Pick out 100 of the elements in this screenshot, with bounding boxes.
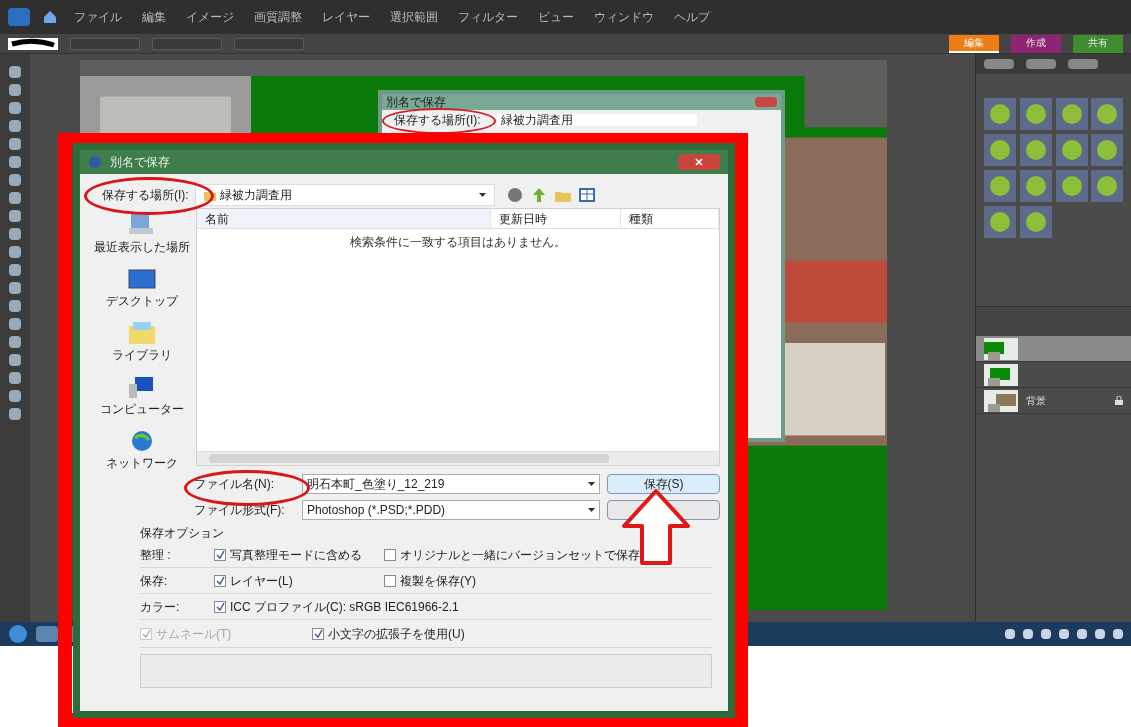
layer-row[interactable]: 背景 — [976, 388, 1131, 414]
effect-thumbnail[interactable] — [984, 134, 1016, 166]
place-item[interactable]: デスクトップ — [106, 266, 178, 310]
tool-icon[interactable] — [9, 156, 21, 168]
menu-item[interactable]: 画質調整 — [250, 8, 306, 26]
checkbox[interactable]: ICC プロファイル(C): sRGB IEC61966-2.1 — [214, 597, 459, 616]
option-label: 整理 : — [140, 546, 172, 564]
tool-icon[interactable] — [9, 228, 21, 240]
checkbox[interactable]: 小文字の拡張子を使用(U) — [312, 624, 465, 643]
tool-icon[interactable] — [9, 372, 21, 384]
library-icon — [127, 320, 157, 346]
dialog-title: 別名で保存 — [386, 96, 446, 108]
tool-icon[interactable] — [9, 210, 21, 222]
tool-icon[interactable] — [9, 192, 21, 204]
lock-icon[interactable] — [1115, 396, 1123, 405]
effect-thumbnail[interactable] — [1091, 134, 1124, 166]
effect-thumbnail[interactable] — [1019, 206, 1052, 238]
view-menu-icon[interactable] — [578, 187, 595, 203]
tool-icon[interactable] — [9, 390, 21, 402]
folder-dropdown[interactable]: 緑被力調査用 — [496, 114, 697, 126]
brush-preview — [8, 37, 58, 50]
save-button[interactable]: 保存(S) — [607, 474, 720, 494]
effect-thumbnail[interactable] — [1019, 134, 1052, 166]
checkbox[interactable]: 写真整理モードに含める — [214, 545, 384, 564]
mode-tab[interactable]: 作成 — [1011, 34, 1061, 53]
menu-item[interactable]: ビュー — [534, 8, 578, 26]
checkbox[interactable]: 複製を保存(Y) — [384, 571, 476, 590]
checkbox[interactable]: レイヤー(L) — [214, 571, 384, 590]
option-field[interactable] — [152, 37, 222, 50]
checkmark-icon — [215, 602, 225, 611]
tool-icon[interactable] — [9, 102, 21, 114]
menu-item[interactable]: フィルター — [454, 8, 522, 26]
column-header[interactable]: 名前 — [197, 209, 491, 228]
back-icon[interactable] — [506, 187, 523, 203]
tool-icon[interactable] — [9, 120, 21, 132]
menu-item[interactable]: 選択範囲 — [386, 8, 442, 26]
desktop-icon — [127, 266, 157, 292]
place-item[interactable]: ネットワーク — [106, 428, 178, 472]
tool-icon[interactable] — [9, 264, 21, 276]
tool-icon[interactable] — [9, 336, 21, 348]
effect-thumbnail[interactable] — [984, 98, 1016, 130]
option-label: 保存: — [140, 572, 169, 590]
column-header[interactable]: 種類 — [621, 209, 719, 228]
effect-thumbnail[interactable] — [1055, 170, 1088, 202]
place-item[interactable]: ライブラリ — [112, 320, 172, 364]
checkmark-icon — [215, 576, 225, 585]
effect-thumbnail[interactable] — [1091, 170, 1124, 202]
dropdown-arrow-icon[interactable] — [588, 508, 595, 512]
menu-item[interactable]: ヘルプ — [670, 8, 714, 26]
effect-thumbnail[interactable] — [1019, 98, 1052, 130]
menu-item[interactable]: ファイル — [70, 8, 126, 26]
effect-thumbnail[interactable] — [1091, 98, 1124, 130]
place-item[interactable]: コンピューター — [100, 374, 184, 418]
dropdown-arrow-icon[interactable] — [478, 193, 486, 197]
tool-icon[interactable] — [9, 66, 21, 78]
tool-icon[interactable] — [9, 246, 21, 258]
layer-name: 背景 — [1026, 394, 1047, 408]
tool-icon[interactable] — [9, 282, 21, 294]
effect-thumbnail[interactable] — [984, 170, 1016, 202]
menu-item[interactable]: ウィンドウ — [590, 8, 658, 26]
close-icon — [695, 158, 703, 166]
home-icon[interactable] — [42, 9, 58, 25]
option-label: カラー: — [140, 598, 181, 616]
checkbox[interactable]: オリジナルと一緒にバージョンセットで保存 — [384, 545, 640, 564]
dropdown-field[interactable]: 明石本町_色塗り_12_219 — [302, 474, 600, 494]
layer-row[interactable] — [976, 362, 1131, 388]
checkmark-icon — [313, 629, 323, 638]
option-field[interactable] — [234, 37, 304, 50]
checkmark-icon — [215, 550, 225, 559]
location-label: 保存する場所(I): — [394, 114, 481, 126]
effect-thumbnail[interactable] — [1055, 134, 1088, 166]
menu-item[interactable]: 編集 — [138, 8, 170, 26]
dropdown-field[interactable]: Photoshop (*.PSD;*.PDD) — [302, 500, 600, 520]
location-label: 保存する場所(I): — [102, 187, 189, 204]
close-button[interactable] — [678, 154, 720, 170]
folder-dropdown[interactable]: 緑被力調査用 — [194, 184, 495, 206]
start-button[interactable] — [8, 624, 28, 644]
tool-icon[interactable] — [9, 138, 21, 150]
tool-icon[interactable] — [9, 300, 21, 312]
tool-icon[interactable] — [9, 318, 21, 330]
horizontal-scrollbar[interactable] — [197, 451, 719, 465]
tool-icon[interactable] — [9, 408, 21, 420]
tool-icon[interactable] — [9, 84, 21, 96]
tool-icon[interactable] — [9, 354, 21, 366]
section-title: 保存オプション — [140, 525, 224, 542]
column-header[interactable]: 更新日時 — [491, 209, 621, 228]
option-field[interactable] — [70, 37, 140, 50]
menu-item[interactable]: レイヤー — [318, 8, 374, 26]
tool-icon[interactable] — [9, 174, 21, 186]
checkmark-icon — [141, 629, 151, 638]
dialog-title: 別名で保存 — [110, 154, 170, 171]
layer-row[interactable] — [976, 336, 1131, 362]
dropdown-arrow-icon[interactable] — [588, 482, 595, 486]
effect-thumbnail[interactable] — [1055, 98, 1088, 130]
app-icon — [88, 155, 102, 169]
menu-item[interactable]: イメージ — [182, 8, 238, 26]
field-label: ファイル名(N): — [194, 476, 274, 493]
effect-thumbnail[interactable] — [984, 206, 1016, 238]
place-item[interactable]: 最近表示した場所 — [94, 212, 190, 256]
effect-thumbnail[interactable] — [1019, 170, 1052, 202]
